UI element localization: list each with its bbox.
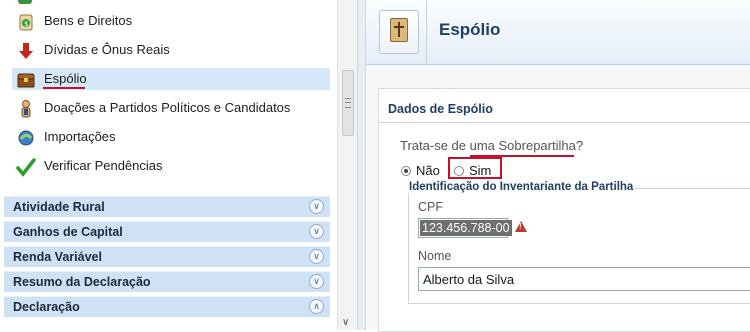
grip-icon: [345, 98, 351, 108]
red-down-arrow-icon: [16, 41, 36, 61]
nome-field[interactable]: Alberto da Silva: [418, 267, 750, 291]
check-icon: [16, 157, 36, 177]
section-atividade-rural[interactable]: Atividade Rural ∨: [4, 196, 330, 217]
sidebar-item-importacoes[interactable]: Importações: [0, 126, 330, 148]
cpf-label: CPF: [418, 200, 443, 214]
sidebar-item-label: Dívidas e Ônus Reais: [44, 42, 170, 57]
treasure-chest-icon: [16, 70, 36, 90]
expand-chevron-icon[interactable]: ∨: [309, 199, 324, 214]
donation-icon: [16, 99, 36, 119]
section-label: Ganhos de Capital: [13, 225, 123, 239]
sidebar: $ Bens e Direitos Dívidas e Ônus Reais E…: [0, 0, 337, 330]
sidebar-item-bens-e-direitos[interactable]: $ Bens e Direitos: [0, 10, 330, 32]
inventariante-group: Identificação do Inventariante da Partil…: [407, 181, 750, 304]
cpf-value: 123.456.788-00: [420, 220, 512, 236]
sidebar-scrollbar[interactable]: ∨: [337, 0, 358, 330]
section-label: Atividade Rural: [13, 200, 105, 214]
main-pane: Espólio Dados de Espólio Trata-se de uma…: [366, 0, 750, 332]
highlight-box: [448, 157, 502, 179]
sobrepartilha-question: Trata-se de uma Sobrepartilha?: [400, 138, 584, 153]
svg-text:$: $: [24, 20, 28, 28]
section-ganhos-de-capital[interactable]: Ganhos de Capital ∨: [4, 221, 330, 242]
import-icon: [16, 128, 36, 148]
money-bag-icon: $: [16, 12, 36, 32]
warning-icon[interactable]: !: [515, 221, 527, 232]
cpf-field[interactable]: 123.456.788-00: [418, 218, 512, 238]
collapse-chevron-icon[interactable]: ∧: [309, 299, 324, 314]
radio-label: Não: [416, 163, 440, 178]
section-resumo-da-declaracao[interactable]: Resumo da Declaração ∨: [4, 271, 330, 292]
panel-divider[interactable]: [357, 0, 366, 330]
section-label: Resumo da Declaração: [13, 275, 151, 289]
page-title: Espólio: [439, 20, 501, 39]
section-renda-variavel[interactable]: Renda Variável ∨: [4, 246, 330, 267]
sidebar-item-dividas[interactable]: Dívidas e Ônus Reais: [0, 39, 330, 61]
partial-item-icon: [18, 0, 32, 4]
sidebar-item-label: Espólio: [44, 71, 87, 86]
section-label: Declaração: [13, 300, 80, 314]
sidebar-item-verificar-pendencias[interactable]: Verificar Pendências: [0, 155, 330, 177]
scroll-down-arrow-icon[interactable]: ∨: [342, 317, 349, 328]
sidebar-item-label: Verificar Pendências: [44, 158, 163, 173]
group-title: Identificação do Inventariante da Partil…: [407, 181, 636, 193]
section-divider: [379, 122, 750, 123]
page-header: Espólio: [366, 0, 750, 65]
sidebar-item-label: Doações a Partidos Políticos e Candidato…: [44, 100, 291, 115]
bible-icon: [379, 10, 419, 54]
section-title: Dados de Espólio: [388, 102, 493, 116]
header-separator: [426, 0, 427, 64]
nome-label: Nome: [418, 249, 452, 263]
sidebar-item-doacoes[interactable]: Doações a Partidos Políticos e Candidato…: [0, 97, 330, 119]
sidebar-item-label: Bens e Direitos: [44, 13, 133, 28]
highlight-underline: [43, 87, 85, 89]
sidebar-item-label: Importações: [44, 129, 116, 144]
section-declaracao[interactable]: Declaração ∧: [4, 296, 330, 317]
radio-nao[interactable]: Não: [401, 163, 440, 178]
scrollbar-thumb[interactable]: [342, 70, 354, 136]
section-label: Renda Variável: [13, 250, 102, 264]
expand-chevron-icon[interactable]: ∨: [309, 249, 324, 264]
form-panel: Dados de Espólio Trata-se de uma Sobrepa…: [378, 88, 750, 332]
nome-value: Alberto da Silva: [423, 272, 515, 287]
expand-chevron-icon[interactable]: ∨: [309, 224, 324, 239]
expand-chevron-icon[interactable]: ∨: [309, 274, 324, 289]
radio-selected-icon[interactable]: [401, 165, 411, 176]
